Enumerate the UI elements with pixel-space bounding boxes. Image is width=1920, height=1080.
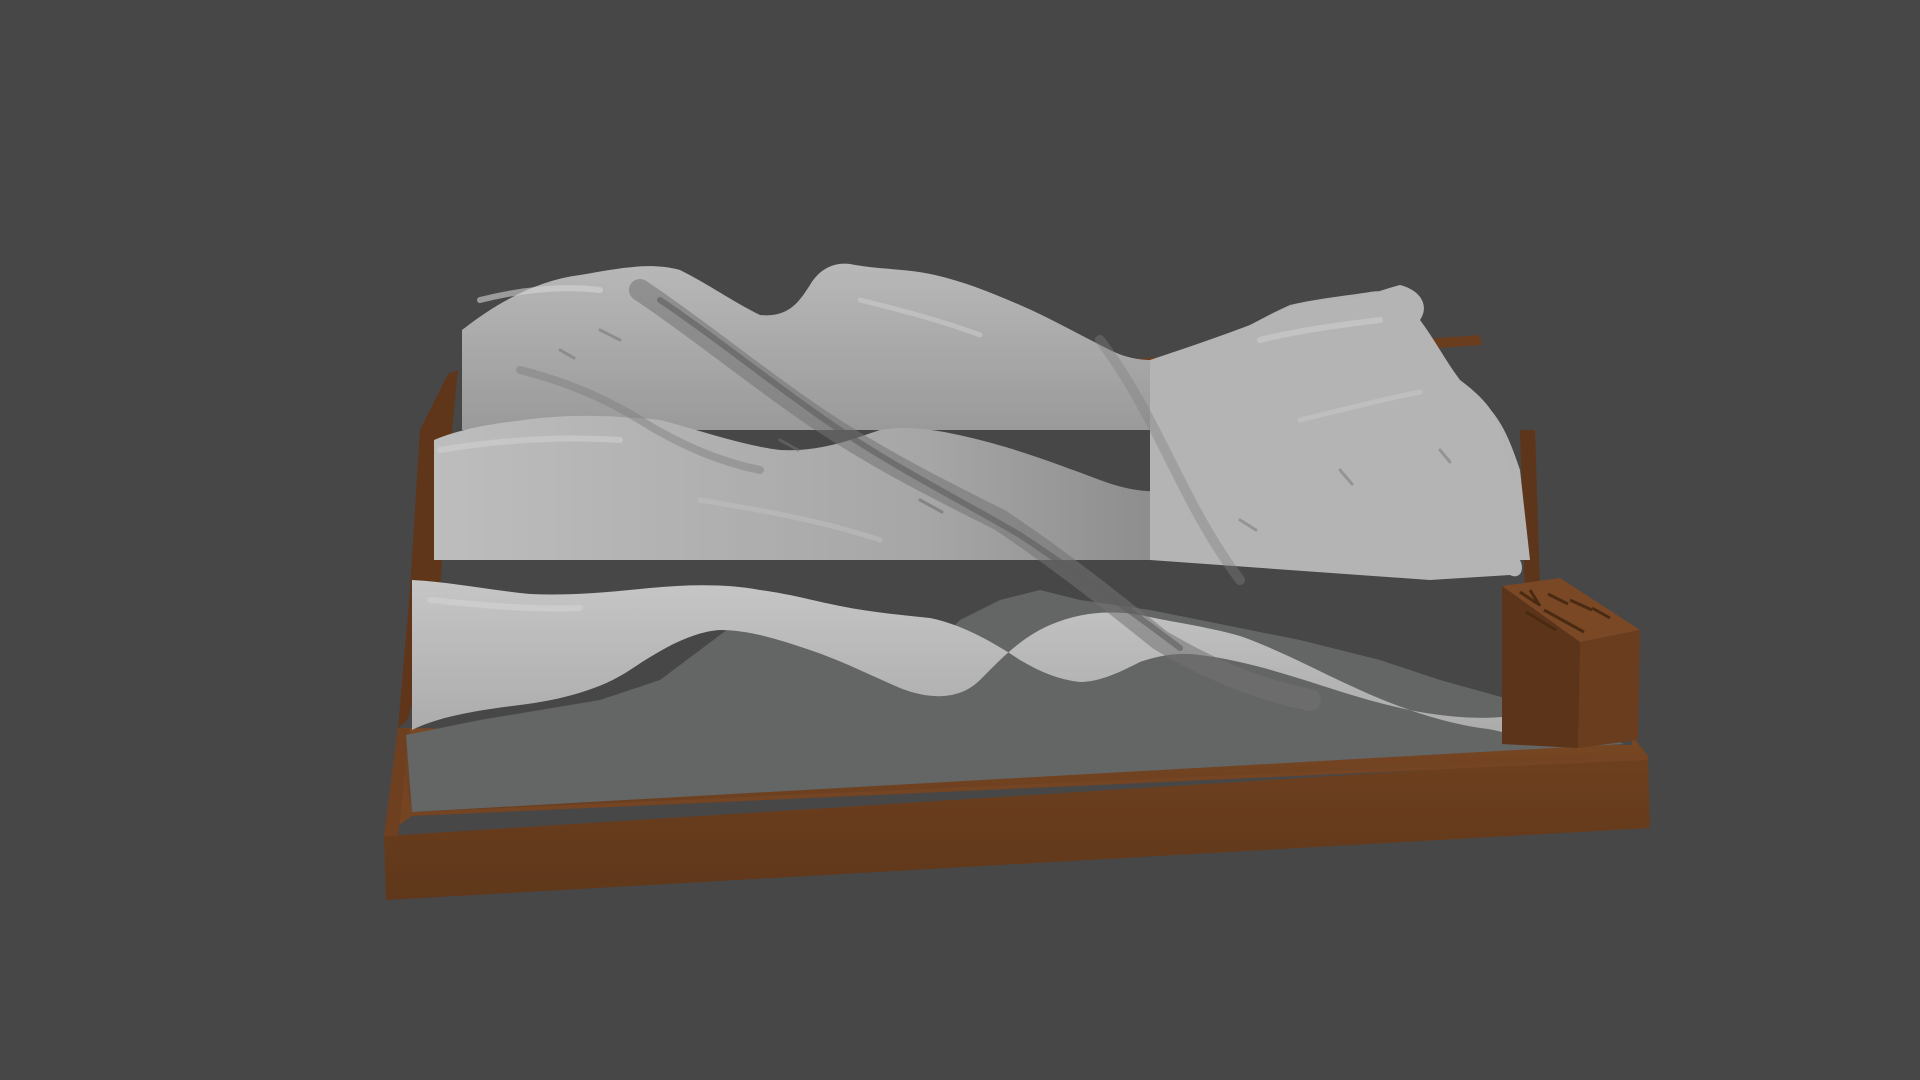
legend-block[interactable] [1502,578,1640,748]
3d-viewport[interactable] [0,0,1920,1080]
terrain-scene [384,263,1650,900]
legend-block-front [1578,630,1640,748]
